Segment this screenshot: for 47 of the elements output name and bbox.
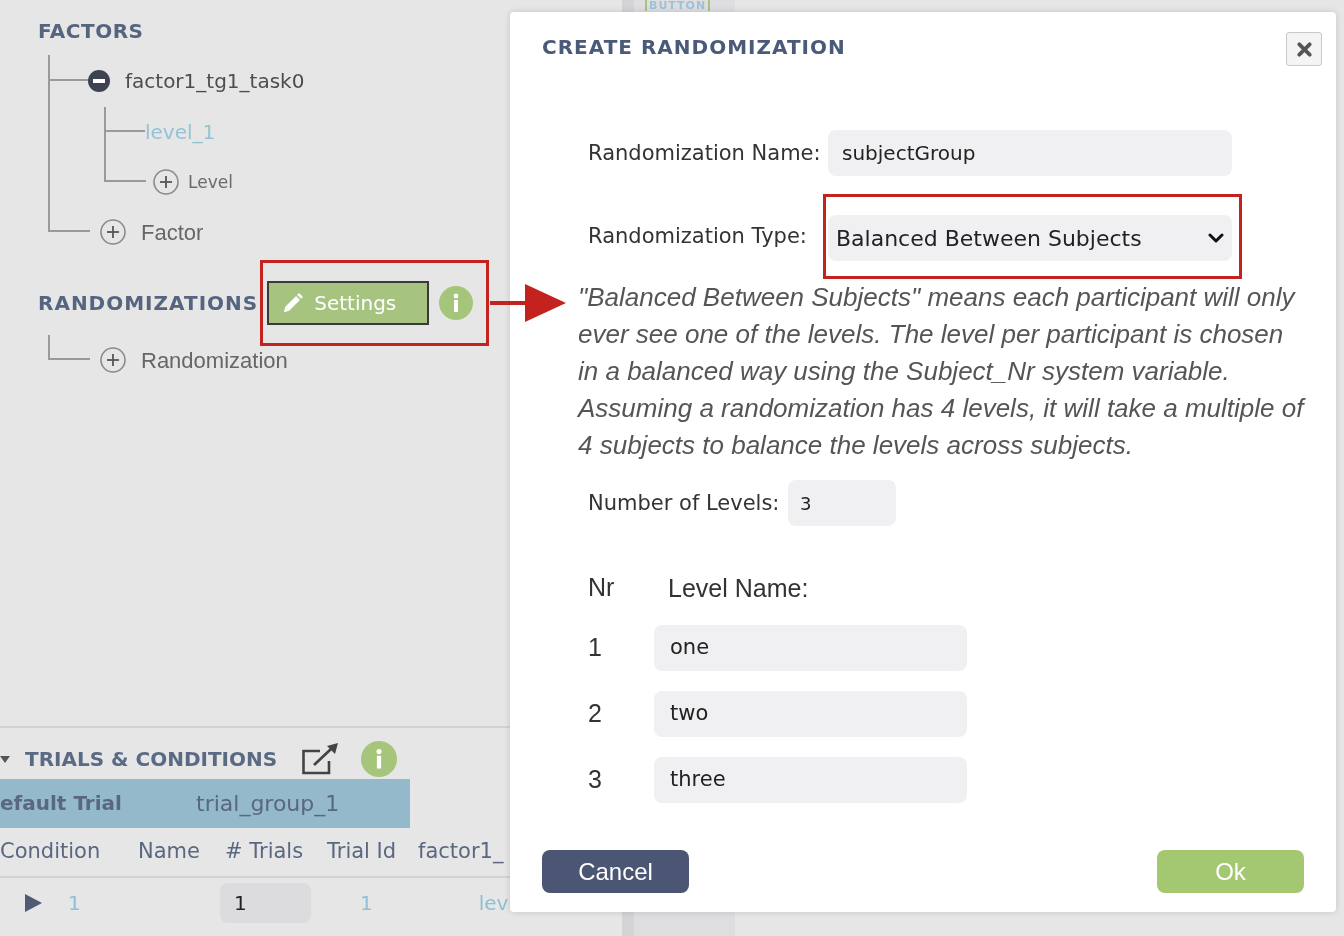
column-header: Name <box>138 839 200 863</box>
column-header: Trial Id <box>327 839 397 863</box>
column-header: Condition <box>0 839 101 863</box>
tree-connector <box>48 335 90 360</box>
dialog-title: CREATE RANDOMIZATION <box>542 35 846 59</box>
plus-circle-icon[interactable] <box>153 169 179 195</box>
caret-icon[interactable] <box>0 754 10 764</box>
export-icon[interactable] <box>301 743 339 775</box>
group-name: efault Trial <box>0 790 122 815</box>
level-name-field[interactable]: two <box>654 691 967 737</box>
cancel-button[interactable]: Cancel <box>542 850 689 893</box>
pencil-icon <box>282 292 305 314</box>
column-header: Nr <box>588 573 615 601</box>
level-count-field[interactable]: 3 <box>788 480 896 526</box>
plus-circle-icon[interactable] <box>100 347 126 373</box>
level-name-field[interactable]: three <box>654 757 967 803</box>
plus-circle-icon[interactable] <box>100 219 126 245</box>
chevron-down-icon <box>1208 233 1224 243</box>
section-title: TRIALS & CONDITIONS <box>25 746 278 772</box>
close-icon <box>1296 41 1312 57</box>
type-select[interactable]: Balanced Between Subjects <box>828 215 1232 261</box>
field-label: Randomization Type: <box>588 224 808 249</box>
section-title: RANDOMIZATIONS <box>38 290 259 316</box>
group-label: trial_group_1 <box>196 790 340 817</box>
add-link[interactable]: Randomization <box>141 347 288 373</box>
minus-circle-icon[interactable] <box>88 70 110 92</box>
description-text: "Balanced Between Subjects" means each participant will only ever see one of the levels. The level per participant is chosen in a balanced way using the Subject_Nr system variable. Assuming a randomization has 4 levels, it will take a multiple of 4 subjects to balance the levels across subjects. <box>578 281 1307 462</box>
level-number: 1 <box>588 633 602 661</box>
close-button[interactable] <box>1286 32 1322 66</box>
level-name-field[interactable]: one <box>654 625 967 671</box>
section-title: FACTORS <box>38 18 144 44</box>
add-link[interactable]: Level <box>188 172 233 192</box>
table-cell: lev <box>478 891 509 915</box>
field-label: Randomization Name: <box>588 140 822 166</box>
level-number: 3 <box>588 765 602 793</box>
table-cell: 1 <box>360 891 373 915</box>
play-icon[interactable] <box>25 894 42 912</box>
field-label: Number of Levels: <box>588 490 781 516</box>
level-number: 2 <box>588 699 602 727</box>
column-header: # Trials <box>225 839 304 863</box>
factor-node[interactable]: factor1_tg1_task0 <box>125 69 305 93</box>
name-field[interactable]: subjectGroup <box>828 130 1232 176</box>
column-header: Level Name: <box>668 573 809 603</box>
table-cell: 1 <box>68 891 81 915</box>
trials-count-field[interactable]: 1 <box>220 883 311 923</box>
add-link[interactable]: Factor <box>141 219 204 245</box>
column-header: factor1_ <box>418 839 504 863</box>
